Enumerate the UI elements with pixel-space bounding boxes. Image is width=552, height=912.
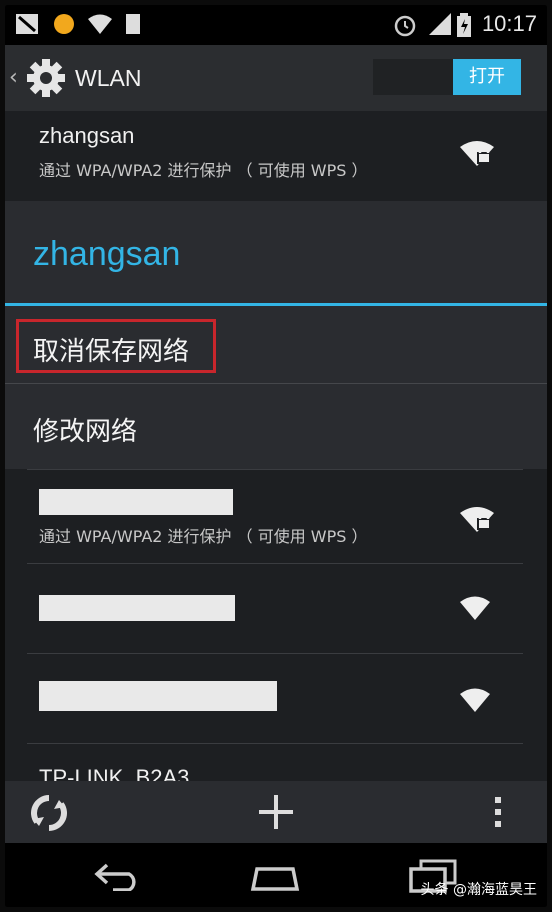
page-title: WLAN [75, 65, 142, 91]
wifi-signal-icon [459, 595, 491, 625]
phone-screen: 10:17 ‹ WLAN 打开 zhangsan 通过 WPA/WPA2 进行保… [5, 5, 547, 907]
bottom-toolbar [5, 781, 547, 843]
alarm-icon [393, 13, 417, 41]
navigation-bar: 头条 @瀚海蓝昊王 [5, 843, 547, 907]
list-divider [27, 743, 523, 744]
notification-dot-icon [53, 13, 75, 39]
highlight-box [16, 319, 216, 373]
clock: 10:17 [481, 11, 537, 36]
list-divider [27, 653, 523, 654]
toggle-on-label: 打开 [453, 59, 521, 95]
status-bar: 10:17 [5, 5, 547, 45]
wifi-status-icon [87, 13, 113, 39]
network-security: 通过 WPA/WPA2 进行保护 （ 可使用 WPS ） [39, 161, 368, 180]
overflow-menu-icon[interactable] [495, 797, 503, 831]
action-bar: ‹ WLAN 打开 [5, 45, 547, 111]
sd-card-icon [125, 13, 141, 39]
screenshot-icon [15, 13, 39, 39]
watermark: 头条 @瀚海蓝昊王 [420, 882, 537, 898]
redacted-network-name [39, 681, 277, 711]
back-icon[interactable] [93, 861, 145, 895]
dialog-title-divider [5, 303, 547, 306]
list-divider [27, 563, 523, 564]
network-security: 通过 WPA/WPA2 进行保护 （ 可使用 WPS ） [39, 527, 368, 546]
wifi-signal-icon [459, 687, 491, 717]
network-name: zhangsan [39, 123, 135, 148]
list-divider [27, 469, 523, 470]
wlan-toggle[interactable]: 打开 [373, 59, 521, 95]
network-dialog: zhangsan 取消保存网络 修改网络 [5, 201, 547, 469]
back-chevron-icon[interactable]: ‹ [9, 65, 18, 90]
add-network-icon[interactable] [259, 795, 293, 833]
redacted-network-name [39, 595, 235, 621]
settings-gear-icon[interactable] [25, 57, 67, 103]
wifi-locked-icon [459, 505, 495, 537]
dialog-item-divider [5, 383, 547, 384]
modify-network-item[interactable]: 修改网络 [33, 411, 137, 448]
redacted-network-name [39, 489, 233, 515]
wps-icon[interactable] [31, 795, 67, 835]
dialog-title: zhangsan [33, 235, 181, 273]
home-icon[interactable] [249, 861, 301, 895]
wifi-locked-icon [459, 139, 495, 171]
battery-icon [457, 13, 471, 41]
signal-icon [429, 13, 451, 39]
